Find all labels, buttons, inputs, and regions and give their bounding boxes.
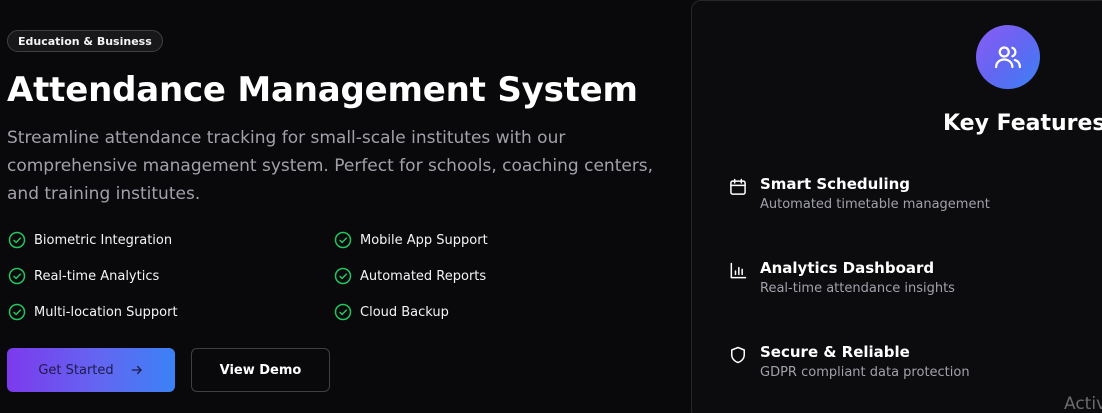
feature-item-mobile-app: Mobile App Support xyxy=(334,230,634,250)
page-title: Attendance Management System xyxy=(7,70,638,110)
key-feature-subtitle: GDPR compliant data protection xyxy=(760,365,970,380)
get-started-button[interactable]: Get Started xyxy=(7,348,175,392)
arrow-right-icon xyxy=(131,365,142,375)
check-circle-icon xyxy=(334,267,352,285)
check-circle-icon xyxy=(8,303,26,321)
view-demo-button[interactable]: View Demo xyxy=(191,348,330,392)
activation-watermark: Activ xyxy=(1064,394,1102,413)
users-icon-badge xyxy=(976,25,1040,89)
get-started-label: Get Started xyxy=(38,362,114,378)
key-feature-title: Analytics Dashboard xyxy=(760,259,935,277)
feature-item-multi-location: Multi-location Support xyxy=(8,302,334,322)
feature-label: Biometric Integration xyxy=(34,232,173,248)
key-feature-subtitle: Real-time attendance insights xyxy=(760,281,955,296)
feature-label: Mobile App Support xyxy=(360,232,488,248)
feature-item-cloud-backup: Cloud Backup xyxy=(334,302,634,322)
feature-item-automated-reports: Automated Reports xyxy=(334,266,634,286)
feature-label: Real-time Analytics xyxy=(34,268,160,284)
check-circle-icon xyxy=(334,231,352,249)
panel-title: Key Features xyxy=(943,111,1102,136)
category-badge: Education & Business xyxy=(7,30,163,52)
key-feature-title: Smart Scheduling xyxy=(760,175,911,193)
page: Education & Business Attendance Manageme… xyxy=(0,0,1102,413)
feature-item-biometric: Biometric Integration xyxy=(8,230,334,250)
shield-icon xyxy=(731,346,745,364)
key-feature-title: Secure & Reliable xyxy=(760,343,910,361)
bar-chart-icon xyxy=(730,262,747,279)
feature-label: Multi-location Support xyxy=(34,304,178,320)
page-description: Streamline attendance tracking for small… xyxy=(7,128,654,204)
key-features-panel: Key Features Smart Scheduling Automated … xyxy=(691,0,1102,413)
users-icon xyxy=(995,46,1021,69)
key-feature-subtitle: Automated timetable management xyxy=(760,197,990,212)
check-circle-icon xyxy=(8,267,26,285)
feature-item-realtime-analytics: Real-time Analytics xyxy=(8,266,334,286)
calendar-icon xyxy=(730,178,746,195)
check-circle-icon xyxy=(334,303,352,321)
feature-list: Biometric Integration Mobile App Support… xyxy=(8,230,648,322)
feature-label: Automated Reports xyxy=(360,268,487,284)
feature-label: Cloud Backup xyxy=(360,304,449,320)
view-demo-label: View Demo xyxy=(219,362,302,378)
check-circle-icon xyxy=(8,231,26,249)
